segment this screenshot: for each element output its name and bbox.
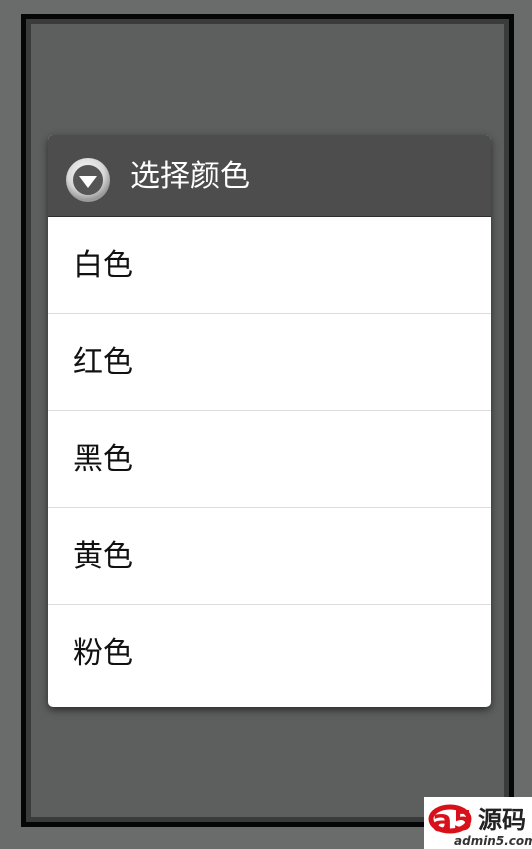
color-options-list: 白色 红色 黑色 黄色 粉色 (48, 217, 491, 702)
watermark-site-text: admin5.com (454, 834, 532, 848)
dropdown-circle-icon (65, 157, 111, 203)
option-label: 红色 (73, 345, 133, 380)
select-color-dialog: 选择颜色 白色 红色 黑色 黄色 粉色 (48, 135, 491, 707)
option-label: 黄色 (73, 539, 133, 574)
dialog-title: 选择颜色 (130, 159, 250, 194)
svg-text:5: 5 (453, 804, 472, 837)
svg-text:a: a (432, 804, 452, 839)
option-yellow[interactable]: 黄色 (48, 508, 491, 605)
option-label: 白色 (73, 248, 133, 283)
dialog-title-bar: 选择颜色 (48, 135, 491, 217)
option-white[interactable]: 白色 (48, 217, 491, 314)
option-red[interactable]: 红色 (48, 314, 491, 411)
option-label: 粉色 (73, 636, 133, 671)
watermark-logo-text: 源码 (478, 806, 526, 834)
option-black[interactable]: 黑色 (48, 411, 491, 508)
admin5-watermark-logo: a 5 源码 admin5.com (424, 797, 532, 849)
option-label: 黑色 (73, 442, 133, 477)
option-pink[interactable]: 粉色 (48, 605, 491, 702)
